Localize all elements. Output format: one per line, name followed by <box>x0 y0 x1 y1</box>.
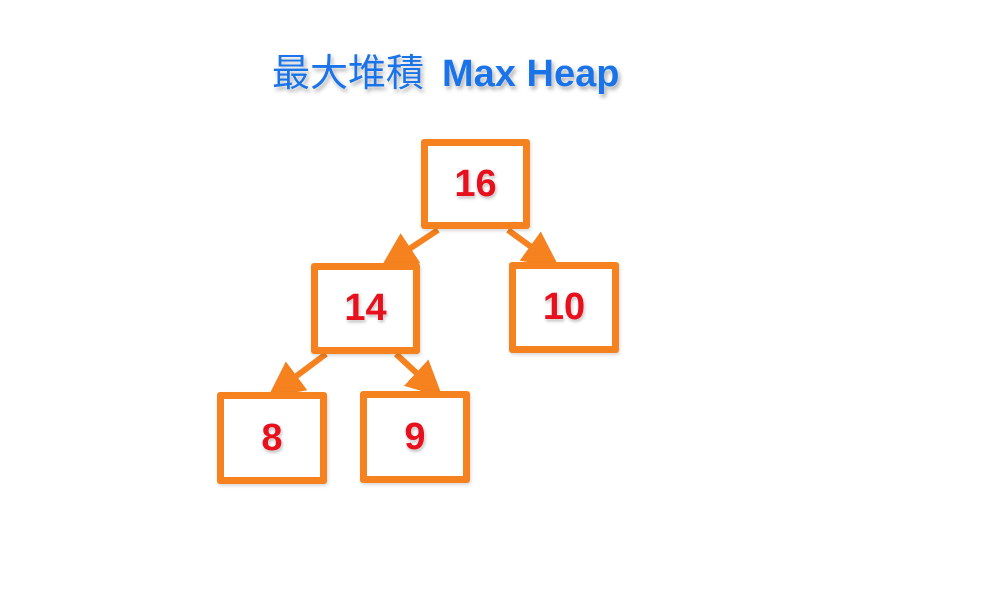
heap-edges <box>267 227 560 398</box>
node-root: 16 <box>421 139 530 229</box>
edge-root-right <box>506 227 560 268</box>
node-left-right: 9 <box>360 391 470 483</box>
node-left: 14 <box>311 263 420 354</box>
edge-left-leftleft <box>267 351 328 398</box>
node-right-value: 10 <box>542 286 586 328</box>
node-left-value: 14 <box>344 287 387 329</box>
node-right: 10 <box>509 262 619 353</box>
edge-left-leftright <box>393 351 443 398</box>
node-left-left: 8 <box>217 392 327 484</box>
node-left-right-value: 9 <box>404 415 426 458</box>
node-left-left-value: 8 <box>261 416 283 459</box>
node-root-value: 16 <box>454 162 497 205</box>
edge-root-left <box>380 227 440 268</box>
